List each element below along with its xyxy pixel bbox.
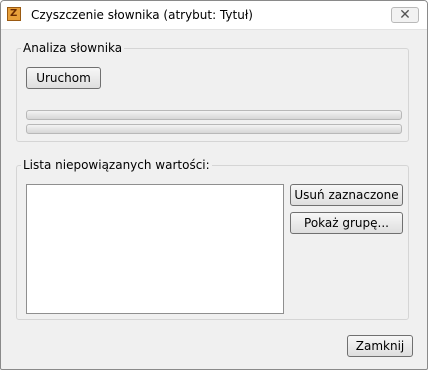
unlinked-values-list[interactable] (26, 184, 284, 314)
unlinked-values-legend: Lista niepowiązanych wartości: (21, 158, 212, 172)
dialog-window: Z Czyszczenie słownika (atrybut: Tytuł) … (0, 0, 428, 370)
unlinked-values-group: Lista niepowiązanych wartości: Usuń zazn… (16, 158, 409, 320)
app-icon: Z (7, 7, 21, 21)
progress-bar-1 (26, 110, 402, 120)
analysis-group: Analiza słownika Uruchom (16, 41, 409, 142)
run-button[interactable]: Uruchom (26, 67, 101, 89)
remove-selected-button[interactable]: Usuń zaznaczone (290, 184, 403, 206)
title-bar: Z Czyszczenie słownika (atrybut: Tytuł) … (1, 1, 427, 30)
window-title: Czyszczenie słownika (atrybut: Tytuł) (31, 8, 253, 22)
close-window-button[interactable]: ✕ (391, 7, 419, 23)
progress-bar-2 (26, 124, 402, 134)
close-button[interactable]: Zamknij (347, 335, 413, 357)
analysis-group-legend: Analiza słownika (21, 41, 125, 55)
close-icon: ✕ (399, 7, 411, 23)
show-group-button[interactable]: Pokaż grupę... (290, 212, 403, 234)
